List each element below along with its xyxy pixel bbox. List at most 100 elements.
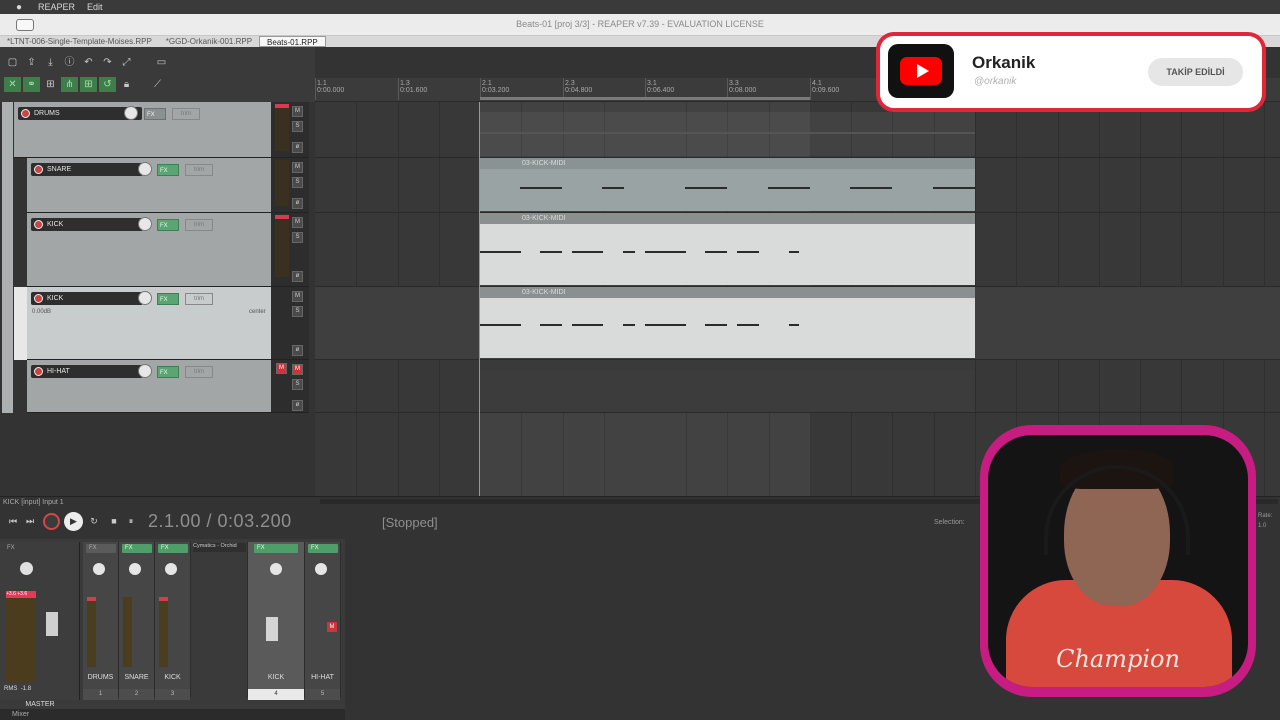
- track-kick[interactable]: KICK FX trim: [27, 213, 271, 287]
- grid-snap-icon[interactable]: ⊞: [80, 77, 97, 92]
- fx-button[interactable]: FX: [86, 544, 116, 553]
- phase-button[interactable]: ø: [292, 345, 303, 356]
- apple-icon[interactable]: ●: [12, 2, 26, 13]
- track-snare[interactable]: SNARE FX trim: [27, 158, 271, 213]
- trim-button[interactable]: trim: [185, 164, 213, 176]
- trim-button[interactable]: trim: [185, 293, 213, 305]
- strip-mute-button[interactable]: M: [327, 622, 337, 632]
- fx-button[interactable]: FX: [158, 544, 188, 553]
- record-arm-icon[interactable]: [34, 294, 43, 303]
- mute-button[interactable]: M: [292, 106, 303, 117]
- mute-button[interactable]: M: [292, 217, 303, 228]
- fx-button[interactable]: FX: [254, 544, 298, 553]
- mute-button[interactable]: M: [292, 291, 303, 302]
- ripple-edit-icon[interactable]: ✕: [4, 77, 21, 92]
- record-button[interactable]: [43, 513, 60, 530]
- volume-knob[interactable]: [138, 217, 152, 231]
- trim-button[interactable]: trim: [185, 366, 213, 378]
- track-name[interactable]: KICK: [31, 292, 143, 305]
- volume-knob[interactable]: [138, 364, 152, 378]
- edit-cursor[interactable]: [479, 102, 480, 496]
- record-arm-icon[interactable]: [34, 165, 43, 174]
- volume-fader[interactable]: [266, 617, 278, 641]
- track-name[interactable]: SNARE: [31, 163, 143, 176]
- track-name[interactable]: KICK: [31, 218, 143, 231]
- track-hihat[interactable]: HI-HAT FX trim: [27, 360, 271, 413]
- redo-icon[interactable]: ↷: [99, 55, 116, 70]
- mixer-strip-drums[interactable]: FX DRUMS 1: [83, 542, 119, 700]
- pan-knob[interactable]: [270, 563, 282, 575]
- lane-hihat[interactable]: [315, 360, 1280, 413]
- lane-kick-selected[interactable]: 03-KICK-MIDI: [315, 287, 1280, 360]
- plugin-list[interactable]: Cymatics - Orchid: [191, 542, 248, 697]
- phase-button[interactable]: ø: [292, 198, 303, 209]
- solo-button[interactable]: S: [292, 379, 303, 390]
- undo-icon[interactable]: ↶: [80, 55, 97, 70]
- stop-icon[interactable]: ■: [106, 514, 122, 528]
- master-pan-knob[interactable]: [20, 562, 33, 575]
- record-arm-icon[interactable]: [34, 367, 43, 376]
- muted-midi-item[interactable]: [480, 360, 975, 412]
- mixer-tab[interactable]: Mixer: [0, 709, 345, 720]
- master-fx-button[interactable]: FX: [4, 544, 76, 553]
- mixer-strip-snare[interactable]: FX SNARE 2: [119, 542, 155, 700]
- folder-item[interactable]: [480, 112, 975, 156]
- open-project-icon[interactable]: ⇪: [23, 55, 40, 70]
- mute-button[interactable]: M: [292, 364, 303, 375]
- loop-icon[interactable]: ↺: [99, 77, 116, 92]
- fx-button[interactable]: FX: [308, 544, 338, 553]
- subscribed-button[interactable]: TAKİP EDİLDİ: [1148, 58, 1243, 86]
- fx-button[interactable]: FX: [157, 219, 179, 231]
- solo-button[interactable]: S: [292, 121, 303, 132]
- play-button[interactable]: ▶: [64, 512, 83, 531]
- playrate[interactable]: Rate: 1.0: [1258, 511, 1272, 531]
- phase-button[interactable]: ø: [292, 271, 303, 282]
- tab-project-1[interactable]: *LTNT-006-Single-Template-Moises.RPP: [0, 36, 159, 47]
- fx-button[interactable]: FX: [157, 164, 179, 176]
- mute-button[interactable]: M: [292, 162, 303, 173]
- trim-button[interactable]: trim: [185, 219, 213, 231]
- pan-knob[interactable]: [129, 563, 141, 575]
- plugin-slot[interactable]: Cymatics - Orchid: [193, 543, 246, 552]
- master-fader[interactable]: [46, 612, 58, 636]
- volume-knob[interactable]: [138, 291, 152, 305]
- time-selection-bar[interactable]: [480, 97, 810, 100]
- track-kick-selected[interactable]: KICK FX trim 0.00dB center: [27, 287, 271, 360]
- midi-item[interactable]: 03-KICK-MIDI: [480, 213, 975, 285]
- go-to-start-icon[interactable]: ⏮: [5, 514, 21, 528]
- midi-item[interactable]: 03-KICK-MIDI: [480, 287, 975, 358]
- pan-knob[interactable]: [165, 563, 177, 575]
- track-drums[interactable]: DRUMS FX trim: [14, 102, 271, 158]
- master-strip[interactable]: FX +3.6 +3.6 RMS -1.8 MASTER: [0, 542, 80, 708]
- pan-knob[interactable]: [93, 563, 105, 575]
- lane-drums[interactable]: [315, 102, 1280, 158]
- menu-edit[interactable]: Edit: [87, 2, 103, 12]
- solo-button[interactable]: S: [292, 177, 303, 188]
- phase-button[interactable]: ø: [292, 142, 303, 153]
- lane-snare[interactable]: 03-KICK-MIDI: [315, 158, 1280, 213]
- record-arm-icon[interactable]: [21, 109, 30, 118]
- blank-icon[interactable]: ▭: [153, 55, 170, 70]
- fx-button[interactable]: FX: [157, 293, 179, 305]
- phase-button[interactable]: ø: [292, 400, 303, 411]
- tab-project-3[interactable]: Beats-01.RPP: [259, 36, 326, 47]
- midi-item[interactable]: 03-KICK-MIDI: [480, 158, 975, 211]
- track-name[interactable]: HI-HAT: [31, 365, 143, 378]
- repeat-icon[interactable]: ↻: [86, 514, 102, 528]
- pause-icon[interactable]: ⏸: [123, 514, 139, 528]
- trim-button[interactable]: trim: [172, 108, 200, 120]
- mixer-strip-kick-selected[interactable]: FX KICK 4: [248, 542, 305, 700]
- mixer-strip-hihat[interactable]: FX M HI-HAT 5: [305, 542, 341, 700]
- grid-icon[interactable]: ⊞: [42, 77, 59, 92]
- fx-button[interactable]: FX: [144, 108, 166, 120]
- go-to-end-icon[interactable]: ⏭: [22, 514, 38, 528]
- mixer-strip-kick[interactable]: FX KICK 3: [155, 542, 191, 700]
- solo-button[interactable]: S: [292, 306, 303, 317]
- master-clip-indicator[interactable]: +3.6 +3.6: [6, 591, 36, 598]
- new-project-icon[interactable]: ▢: [4, 55, 21, 70]
- fx-button[interactable]: FX: [122, 544, 152, 553]
- fx-button[interactable]: FX: [157, 366, 179, 378]
- tab-project-2[interactable]: *GGD-Orkanik-001.RPP: [159, 36, 259, 47]
- lane-kick[interactable]: 03-KICK-MIDI: [315, 213, 1280, 287]
- metronome-icon[interactable]: ⤢: [118, 55, 135, 70]
